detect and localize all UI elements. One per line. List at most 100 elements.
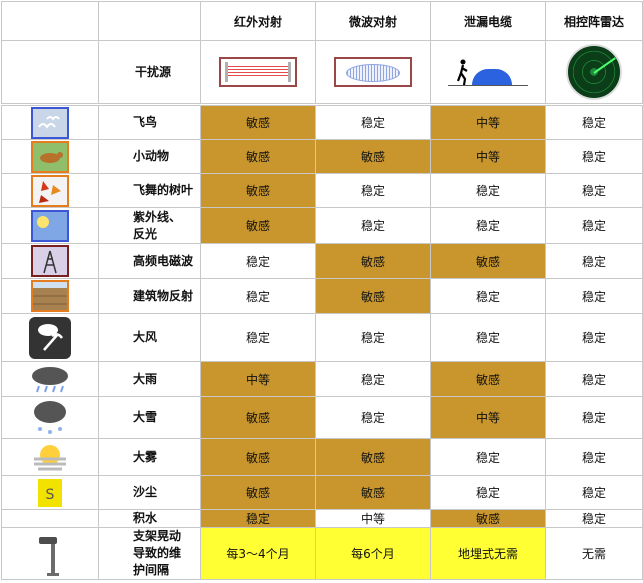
row-label: 大雪 xyxy=(98,396,201,439)
rating-value: 稳定 xyxy=(581,289,606,304)
rating-cell: 稳定 xyxy=(545,105,643,140)
rating-cell: 稳定 xyxy=(200,278,316,314)
rating-cell: 稳定 xyxy=(430,475,546,510)
rating-value: 敏感 xyxy=(475,512,500,526)
infrared-beam-icon xyxy=(219,57,297,87)
rating-value: 稳定 xyxy=(360,219,385,233)
table-row: 大雾 敏感 敏感 稳定 稳定 xyxy=(1,438,643,476)
rating-value: 稳定 xyxy=(360,331,385,345)
rating-value: 中等 xyxy=(360,512,385,526)
rating-value: 敏感 xyxy=(245,411,270,425)
row-icon-cell xyxy=(1,139,99,174)
rating-cell: 敏感 xyxy=(315,278,431,314)
row-icon-cell xyxy=(1,509,99,528)
row-label: 积水 xyxy=(98,509,201,528)
rating-cell: 稳定 xyxy=(315,361,431,397)
heavy-rain-icon xyxy=(27,364,73,394)
row-icon-cell xyxy=(1,207,99,244)
rating-value: 稳定 xyxy=(360,411,385,425)
rating-cell: 敏感 xyxy=(200,139,316,174)
fog-icon xyxy=(30,441,70,473)
rating-cell: 每6个月 xyxy=(315,527,431,580)
row-icon-cell xyxy=(1,438,99,476)
rating-value: 稳定 xyxy=(245,289,270,304)
rating-value: 敏感 xyxy=(475,372,500,387)
rating-value: 稳定 xyxy=(581,184,606,198)
row-icon-cell xyxy=(1,527,99,580)
rating-cell: 稳定 xyxy=(545,313,643,362)
rating-cell: 敏感 xyxy=(200,396,316,439)
rating-cell: 每3～4个月 xyxy=(200,527,316,580)
rating-value: 稳定 xyxy=(475,289,500,304)
rating-value: 中等 xyxy=(475,116,500,130)
table-row: 大雪 敏感 稳定 中等 稳定 xyxy=(1,396,643,439)
source-row: 干扰源 xyxy=(1,40,643,104)
rating-value: 稳定 xyxy=(360,184,385,198)
row-label: 紫外线、反光 xyxy=(98,207,201,244)
row-label: 小动物 xyxy=(98,139,201,174)
rating-cell: 稳定 xyxy=(200,313,316,362)
row-label: 建筑物反射 xyxy=(98,278,201,314)
rating-cell: 稳定 xyxy=(315,396,431,439)
rating-value: 中等 xyxy=(245,372,270,387)
table-row: 大雨 中等 稳定 敏感 稳定 xyxy=(1,361,643,397)
leaky-cable-icon xyxy=(448,55,528,89)
rating-value: 稳定 xyxy=(360,372,385,387)
small-animal-icon xyxy=(31,140,69,173)
rating-cell: 敏感 xyxy=(430,509,546,528)
heavy-snow-icon xyxy=(30,398,70,438)
rating-cell: 敏感 xyxy=(430,361,546,397)
leaves-icon xyxy=(31,174,69,207)
header-row: 红外对射 微波对射 泄漏电缆 相控阵雷达 xyxy=(1,1,643,41)
rating-cell: 稳定 xyxy=(545,475,643,510)
rating-value: 稳定 xyxy=(475,450,500,465)
microwave-beam-icon xyxy=(334,57,412,87)
sunlight-icon xyxy=(31,209,69,242)
rating-cell: 稳定 xyxy=(545,278,643,314)
row-icon-cell: S xyxy=(1,475,99,510)
row-icon-cell xyxy=(1,361,99,397)
comparison-table: 红外对射 微波对射 泄漏电缆 相控阵雷达 干扰源 xyxy=(1,1,643,104)
row-icon-cell xyxy=(1,173,99,208)
wind-umbrella-icon xyxy=(28,316,72,360)
rating-cell: 稳定 xyxy=(545,438,643,476)
rating-value: 稳定 xyxy=(581,116,606,130)
table-row: 建筑物反射 稳定 敏感 稳定 稳定 xyxy=(1,278,643,314)
rating-value: 稳定 xyxy=(581,254,606,269)
rating-cell: 无需 xyxy=(545,527,643,580)
rating-cell: 敏感 xyxy=(200,438,316,476)
rating-value: 稳定 xyxy=(581,411,606,425)
row-label: 支架晃动导致的维护间隔 xyxy=(98,527,201,580)
rating-cell: 稳定 xyxy=(315,207,431,244)
rating-value: 无需 xyxy=(581,547,606,561)
rating-cell: 稳定 xyxy=(315,313,431,362)
rating-cell: 稳定 xyxy=(545,173,643,208)
row-label: 大风 xyxy=(98,313,201,362)
rating-cell: 敏感 xyxy=(200,105,316,140)
table-row: 飞鸟 敏感 稳定 中等 稳定 xyxy=(1,105,643,140)
rating-cell: 稳定 xyxy=(545,207,643,244)
comparison-body: 飞鸟 敏感 稳定 中等 稳定 小动物 敏感 敏感 中等 稳定 飞舞的树叶 敏感 稳定 稳定 稳定 紫外线、反光… xyxy=(1,105,643,580)
rating-cell: 稳定 xyxy=(430,438,546,476)
table-row: S 沙尘 敏感 敏感 稳定 稳定 xyxy=(1,475,643,510)
table-row: 高频电磁波 稳定 敏感 敏感 稳定 xyxy=(1,243,643,279)
rating-cell: 稳定 xyxy=(200,509,316,528)
header-phased-radar: 相控阵雷达 xyxy=(545,1,643,41)
rating-cell: 敏感 xyxy=(200,207,316,244)
rating-value: 稳定 xyxy=(245,331,270,345)
rating-cell: 稳定 xyxy=(430,313,546,362)
rating-value: 敏感 xyxy=(245,116,270,130)
rating-value: 稳定 xyxy=(475,486,500,500)
rating-cell: 敏感 xyxy=(430,243,546,279)
header-microwave: 微波对射 xyxy=(315,1,431,41)
rating-value: 稳定 xyxy=(360,116,385,130)
rating-value: 稳定 xyxy=(475,331,500,345)
rating-cell: 中等 xyxy=(200,361,316,397)
rating-cell: 中等 xyxy=(430,396,546,439)
row-icon-cell xyxy=(1,105,99,140)
rating-value: 敏感 xyxy=(360,289,385,304)
rating-value: 稳定 xyxy=(245,254,270,269)
building-wall-icon xyxy=(31,280,69,312)
birds-icon xyxy=(31,106,69,139)
source-icon-blank xyxy=(1,40,99,104)
